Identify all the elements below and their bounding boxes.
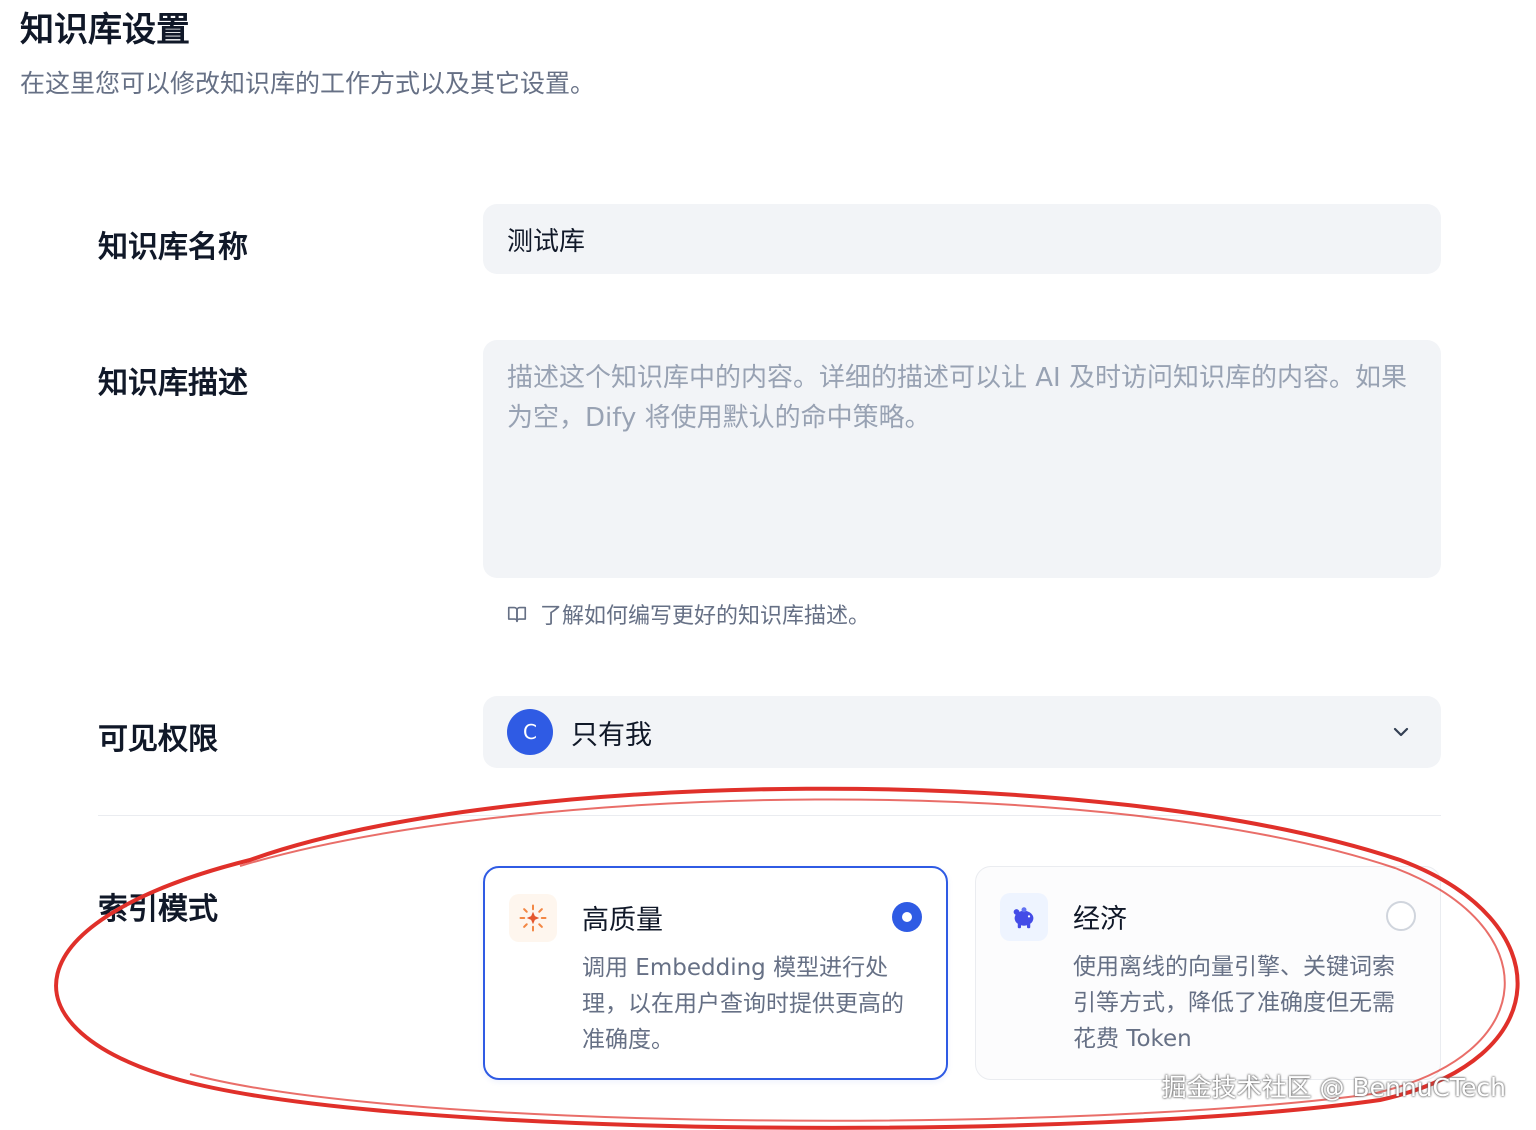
radio-unselected[interactable] bbox=[1386, 901, 1416, 931]
option-description: 调用 Embedding 模型进行处理，以在用户查询时提供更高的准确度。 bbox=[582, 955, 904, 1053]
book-icon bbox=[507, 606, 527, 623]
description-textarea[interactable]: 描述这个知识库中的内容。详细的描述可以让 AI 及时访问知识库的内容。如果为空，… bbox=[483, 340, 1441, 578]
permission-label: 可见权限 bbox=[98, 722, 218, 757]
page-title: 知识库设置 bbox=[20, 10, 190, 50]
piggy-bank-icon bbox=[1000, 893, 1048, 941]
permission-select[interactable]: C 只有我 bbox=[483, 696, 1441, 768]
description-help-link[interactable]: 了解如何编写更好的知识库描述。 bbox=[506, 598, 870, 630]
page-subtitle: 在这里您可以修改知识库的工作方式以及其它设置。 bbox=[20, 69, 596, 98]
sparkle-icon bbox=[509, 894, 557, 942]
chevron-down-icon bbox=[1393, 727, 1409, 737]
description-placeholder: 描述这个知识库中的内容。详细的描述可以让 AI 及时访问知识库的内容。如果为空，… bbox=[507, 363, 1407, 433]
option-title: 高质量 bbox=[582, 905, 663, 936]
index-option-economy[interactable]: 经济 使用离线的向量引擎、关键词索引等方式，降低了准确度但无需花费 Token bbox=[975, 866, 1441, 1080]
index-option-high-quality[interactable]: 高质量 调用 Embedding 模型进行处理，以在用户查询时提供更高的准确度。 bbox=[483, 866, 948, 1080]
option-description: 使用离线的向量引擎、关键词索引等方式，降低了准确度但无需花费 Token bbox=[1073, 954, 1395, 1052]
avatar: C bbox=[507, 709, 553, 755]
permission-value: 只有我 bbox=[571, 719, 652, 751]
description-label: 知识库描述 bbox=[98, 366, 248, 401]
name-input[interactable]: 测试库 bbox=[483, 204, 1441, 274]
watermark: 掘金技术社区 @ BennuCTech bbox=[1161, 1073, 1506, 1102]
radio-selected[interactable] bbox=[892, 902, 922, 932]
name-label: 知识库名称 bbox=[98, 230, 248, 265]
name-input-value: 测试库 bbox=[507, 226, 586, 257]
divider bbox=[98, 815, 1441, 816]
option-title: 经济 bbox=[1073, 904, 1127, 935]
index-mode-label: 索引模式 bbox=[98, 892, 218, 927]
help-link-text: 了解如何编写更好的知识库描述。 bbox=[540, 604, 871, 629]
